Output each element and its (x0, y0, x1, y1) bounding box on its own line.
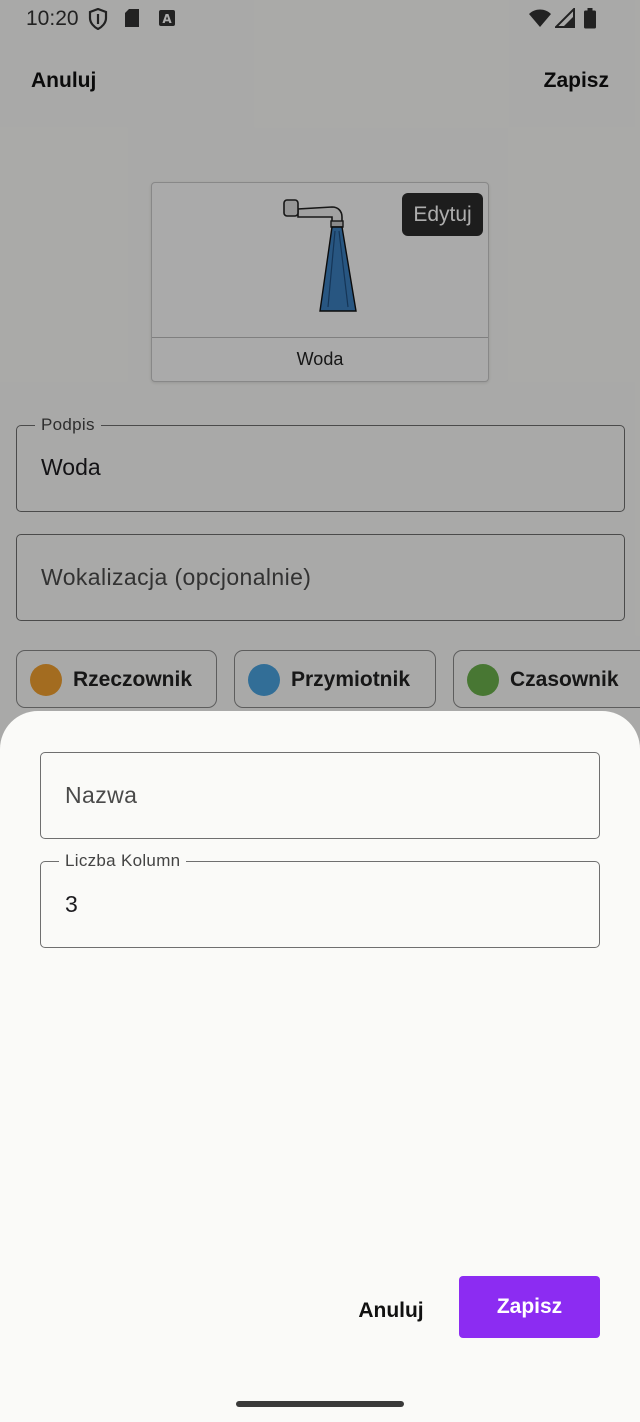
name-field[interactable]: Nazwa (40, 752, 600, 839)
save-button[interactable]: Zapisz (459, 1276, 600, 1338)
cancel-button[interactable]: Anuluj (352, 1296, 430, 1326)
columns-field-legend: Liczba Kolumn (59, 851, 187, 871)
columns-field[interactable]: Liczba Kolumn 3 (40, 851, 600, 948)
name-field-placeholder[interactable]: Nazwa (65, 782, 137, 809)
columns-field-value[interactable]: 3 (65, 891, 78, 918)
home-indicator[interactable] (236, 1401, 404, 1407)
bottom-sheet: Nazwa Liczba Kolumn 3 Anuluj Zapisz (0, 711, 640, 1422)
